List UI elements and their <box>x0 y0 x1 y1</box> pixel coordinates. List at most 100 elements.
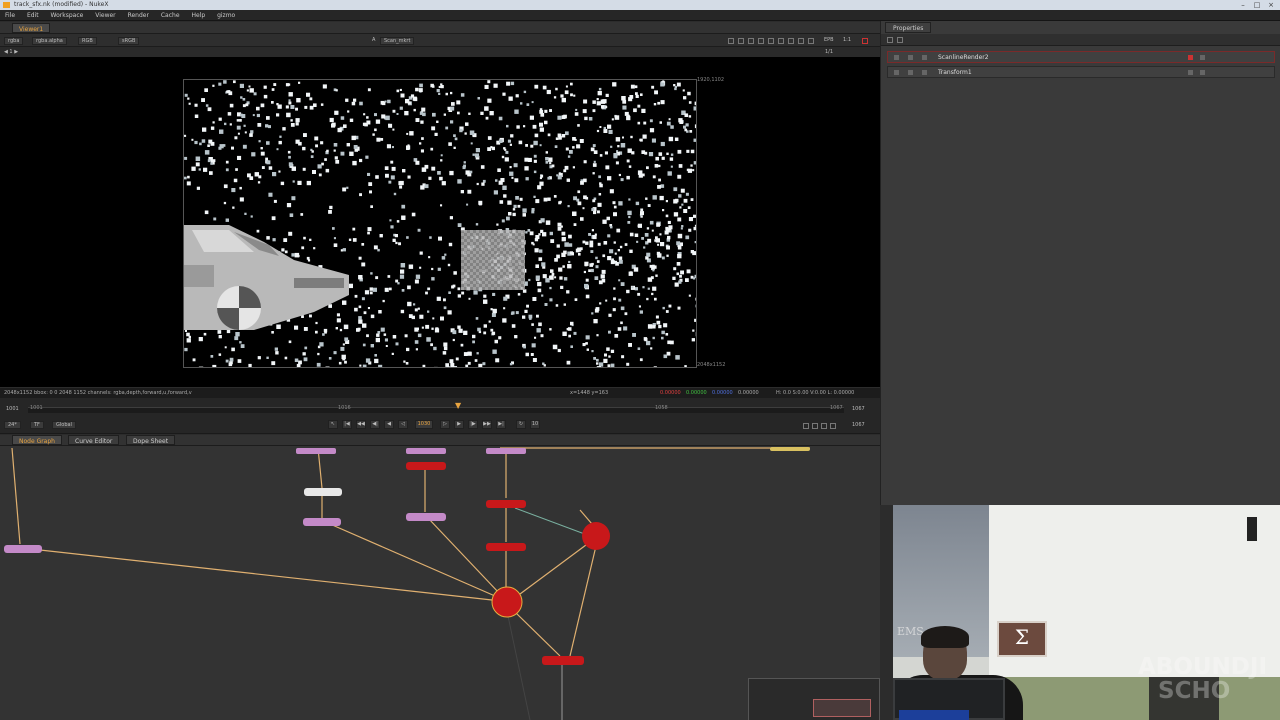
key-prev-icon[interactable]: ↖ <box>328 420 338 429</box>
node-red-2[interactable] <box>486 500 526 508</box>
gain-slider-label[interactable]: ◀ 1 ▶ <box>4 49 18 57</box>
node-top-c[interactable] <box>486 448 526 454</box>
minimap-viewport[interactable] <box>813 699 871 717</box>
audio-icon[interactable] <box>830 423 836 429</box>
menu-file[interactable]: File <box>0 10 20 19</box>
node-transform-b[interactable] <box>406 513 446 521</box>
overlay-icon[interactable] <box>758 38 764 44</box>
viewer-canvas[interactable]: 1920,1102 2048x1152 <box>0 57 880 387</box>
tab-viewer1[interactable]: Viewer1 <box>12 23 51 33</box>
lock-icon[interactable] <box>821 423 827 429</box>
input-b-dropdown[interactable]: Scan_mkrt <box>380 37 415 45</box>
menu-help[interactable]: Help <box>186 10 210 19</box>
minimize-icon[interactable]: – <box>1238 1 1248 9</box>
node-top-b[interactable] <box>406 448 446 454</box>
play-back-icon[interactable]: ◀ <box>384 420 394 429</box>
tab-node-graph[interactable]: Node Graph <box>12 435 62 445</box>
maximize-icon[interactable]: □ <box>1252 1 1262 9</box>
color-icon[interactable] <box>1188 55 1193 60</box>
node-graph-minimap[interactable] <box>748 678 880 720</box>
node-red-3[interactable] <box>486 543 526 551</box>
step-forward-icon[interactable]: ▷ <box>440 420 450 429</box>
playhead-icon[interactable]: ▼ <box>455 402 461 412</box>
colorspace-dropdown[interactable]: RGB <box>78 37 97 45</box>
node-top-a[interactable] <box>296 448 336 454</box>
first-frame-icon[interactable]: |◀ <box>342 420 352 429</box>
menu-gizmo[interactable]: gizmo <box>212 10 240 19</box>
timeline-scrubber[interactable] <box>28 407 844 413</box>
loop-icon[interactable]: ↻ <box>516 420 526 429</box>
refresh-icon[interactable] <box>808 38 814 44</box>
node-graph[interactable] <box>0 446 880 720</box>
flipbook-icon[interactable] <box>803 423 809 429</box>
close-icon[interactable] <box>922 70 927 75</box>
mask-icon[interactable] <box>778 38 784 44</box>
wipe-dropdown[interactable]: sRGB <box>118 37 140 45</box>
node-transform-a[interactable] <box>303 518 341 526</box>
tab-dope-sheet[interactable]: Dope Sheet <box>126 435 176 445</box>
menu-viewer[interactable]: Viewer <box>90 10 120 19</box>
last-frame-icon[interactable]: ▶| <box>496 420 506 429</box>
fps-dropdown[interactable]: 24* <box>4 421 21 429</box>
pick-icon[interactable] <box>1200 55 1205 60</box>
in-point[interactable]: 1001 <box>6 406 19 414</box>
collapse-icon[interactable] <box>894 70 899 75</box>
node-scanline-render[interactable] <box>542 656 584 665</box>
zoom-readout[interactable]: 1:1 <box>843 37 851 45</box>
menu-edit[interactable]: Edit <box>22 10 44 19</box>
guides-icon[interactable] <box>768 38 774 44</box>
menu-render[interactable]: Render <box>123 10 154 19</box>
properties-toolbar <box>881 34 1280 46</box>
range-dropdown[interactable]: Global <box>52 421 76 429</box>
scale-readout[interactable]: 1/1 <box>825 49 833 57</box>
record-icon[interactable] <box>862 38 868 44</box>
prev-key-icon[interactable]: ◀◀ <box>356 420 366 429</box>
menu-cache[interactable]: Cache <box>156 10 185 19</box>
image-frame <box>183 79 697 368</box>
collapse-icon[interactable] <box>894 55 899 60</box>
property-row-transform1[interactable]: Transform1 <box>887 66 1275 78</box>
float-icon[interactable] <box>908 55 913 60</box>
input-a-label: A <box>372 37 376 43</box>
tab-properties[interactable]: Properties <box>885 22 932 33</box>
close-icon[interactable]: × <box>1266 1 1276 9</box>
clear-panels-icon[interactable] <box>897 37 903 43</box>
menu-workspace[interactable]: Workspace <box>46 10 89 19</box>
pause-icon[interactable] <box>798 38 804 44</box>
tab-curve-editor[interactable]: Curve Editor <box>68 435 120 445</box>
increment-icon[interactable]: 10 <box>530 420 540 429</box>
channels-dropdown[interactable]: rgba <box>4 37 24 45</box>
node-merge-white[interactable] <box>304 488 342 496</box>
step-back-icon[interactable]: ◁ <box>398 420 408 429</box>
current-frame-field[interactable]: 1030 <box>415 420 433 429</box>
node-backdrop-label[interactable] <box>770 447 810 451</box>
format-info: 2048x1152 bbox: 0 0 2048 1152 channels: … <box>4 390 192 396</box>
roi-icon[interactable] <box>728 38 734 44</box>
play-icon[interactable]: ▶ <box>454 420 464 429</box>
node-scene-main[interactable] <box>491 586 523 618</box>
end-frame-field[interactable]: 1067 <box>852 422 865 430</box>
lut-icon[interactable] <box>788 38 794 44</box>
close-icon[interactable] <box>922 55 927 60</box>
property-row-scanlinerender2[interactable]: ScanlineRender2 <box>887 51 1275 63</box>
cache-icon[interactable] <box>812 423 818 429</box>
color-icon[interactable] <box>1188 70 1193 75</box>
transform-card[interactable] <box>461 230 525 290</box>
prev-frame-icon[interactable]: ◀| <box>370 420 380 429</box>
grid-icon[interactable] <box>748 38 754 44</box>
sigma-logo: Σ <box>997 621 1047 657</box>
node-scene-secondary[interactable] <box>582 522 610 550</box>
pick-icon[interactable] <box>1200 70 1205 75</box>
layer-dropdown[interactable]: rgba.alpha <box>32 37 67 45</box>
node-read-left[interactable] <box>4 545 42 553</box>
next-frame-icon[interactable]: |▶ <box>468 420 478 429</box>
next-key-icon[interactable]: ▶▶ <box>482 420 492 429</box>
float-icon[interactable] <box>908 70 913 75</box>
proxy-toggle[interactable]: EPB <box>824 37 834 45</box>
max-panels-icon[interactable] <box>887 37 893 43</box>
tick-start: 1001 <box>30 405 43 411</box>
out-point[interactable]: 1067 <box>852 406 865 414</box>
clip-icon[interactable] <box>738 38 744 44</box>
tf-dropdown[interactable]: TF <box>30 421 44 429</box>
node-red-1[interactable] <box>406 462 446 470</box>
